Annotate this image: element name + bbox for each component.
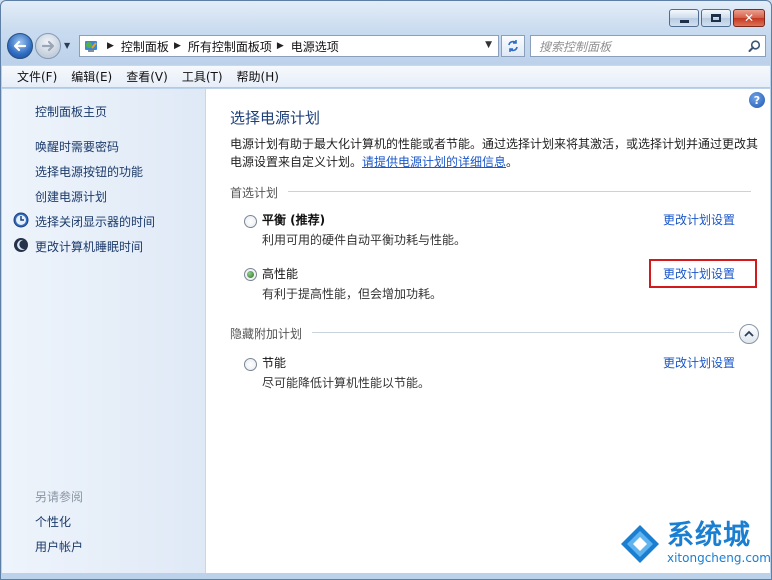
sleep-moon-icon <box>14 238 28 252</box>
plan-desc-balanced: 利用可用的硬件自动平衡功耗与性能。 <box>262 233 467 247</box>
address-dropdown-icon[interactable]: ▼ <box>485 40 492 50</box>
main-panel: ? 选择电源计划 电源计划有助于最大化计算机的性能或者节能。通过选择计划来将其激… <box>206 89 770 573</box>
menu-tools[interactable]: 工具(T) <box>175 68 230 85</box>
breadcrumb-separator[interactable]: ▶ <box>174 41 181 51</box>
sidebar-link-wakeup-password[interactable]: 唤醒时需要密码 <box>35 138 119 155</box>
breadcrumb-control-panel[interactable]: 控制面板 <box>121 38 169 55</box>
watermark-url: xitongcheng.com <box>667 551 771 565</box>
radio-high-performance[interactable] <box>244 268 257 281</box>
divider <box>312 332 734 333</box>
menu-help[interactable]: 帮助(H) <box>230 68 286 85</box>
maximize-button[interactable] <box>701 9 731 27</box>
sidebar-link-sleep-time[interactable]: 更改计算机睡眠时间 <box>35 238 143 255</box>
display-clock-icon <box>13 212 29 228</box>
refresh-button[interactable] <box>501 35 525 57</box>
sidebar-link-display-off-time[interactable]: 选择关闭显示器的时间 <box>35 213 155 230</box>
maximize-icon <box>711 14 721 22</box>
menu-view[interactable]: 查看(V) <box>119 68 175 85</box>
window-frame: ✕ ▼ ▶ 控制面板 ▶ 所有控制面板项 ▶ 电源选项 ▼ 搜索控制面板 文件(… <box>0 0 772 580</box>
navigation-bar: ▼ ▶ 控制面板 ▶ 所有控制面板项 ▶ 电源选项 ▼ 搜索控制面板 <box>7 32 766 60</box>
content-area: 控制面板主页 唤醒时需要密码 选择电源按钮的功能 创建电源计划 选择关闭显示器的… <box>2 89 770 573</box>
minimize-icon <box>679 19 689 23</box>
watermark-name: 系统城 <box>667 520 751 551</box>
plan-details-link[interactable]: 请提供电源计划的详细信息 <box>362 155 506 169</box>
control-panel-icon <box>80 36 102 56</box>
breadcrumb-all-items[interactable]: 所有控制面板项 <box>188 38 272 55</box>
page-title: 选择电源计划 <box>230 109 321 127</box>
menu-file[interactable]: 文件(F) <box>10 68 64 85</box>
chevron-up-icon <box>744 330 754 337</box>
refresh-icon <box>508 40 518 52</box>
breadcrumb-separator[interactable]: ▶ <box>277 41 284 51</box>
address-bar[interactable]: ▶ 控制面板 ▶ 所有控制面板项 ▶ 电源选项 ▼ <box>79 35 499 57</box>
close-icon: ✕ <box>743 11 755 25</box>
menu-edit[interactable]: 编辑(E) <box>64 68 119 85</box>
arrow-left-icon <box>13 40 27 52</box>
radio-balanced[interactable] <box>244 215 257 228</box>
plan-desc-power-saver: 尽可能降低计算机性能以节能。 <box>262 376 431 390</box>
sidebar-link-power-button[interactable]: 选择电源按钮的功能 <box>35 163 143 180</box>
sidebar-link-control-panel-home[interactable]: 控制面板主页 <box>35 103 107 120</box>
breadcrumb-separator[interactable]: ▶ <box>107 41 114 51</box>
arrow-right-icon <box>41 40 55 52</box>
hidden-plans-label: 隐藏附加计划 <box>230 327 303 341</box>
breadcrumb-power-options[interactable]: 电源选项 <box>291 38 339 55</box>
watermark: 系统城 xitongcheng.com <box>613 511 771 575</box>
sidebar-link-create-plan[interactable]: 创建电源计划 <box>35 188 107 205</box>
forward-button[interactable] <box>35 33 61 59</box>
recent-pages-dropdown[interactable]: ▼ <box>64 41 70 50</box>
menu-bar: 文件(F) 编辑(E) 查看(V) 工具(T) 帮助(H) <box>2 65 770 88</box>
page-description: 电源计划有助于最大化计算机的性能或者节能。通过选择计划来将其激活，或选择计划并通… <box>230 135 760 171</box>
see-also-user-accounts[interactable]: 用户帐户 <box>35 538 83 555</box>
preferred-plans-label: 首选计划 <box>230 186 279 200</box>
search-input[interactable]: 搜索控制面板 <box>531 38 743 55</box>
see-also-personalization[interactable]: 个性化 <box>35 513 71 530</box>
see-also-heading: 另请参阅 <box>35 490 84 504</box>
plan-name-high-performance[interactable]: 高性能 <box>262 265 298 282</box>
change-settings-balanced[interactable]: 更改计划设置 <box>663 211 735 228</box>
minimize-button[interactable] <box>669 9 699 27</box>
radio-power-saver[interactable] <box>244 358 257 371</box>
plan-name-power-saver[interactable]: 节能 <box>262 354 286 371</box>
plan-desc-high-performance: 有利于提高性能，但会增加功耗。 <box>262 287 443 301</box>
plan-name-balanced[interactable]: 平衡 (推荐) <box>262 211 325 228</box>
help-icon[interactable]: ? <box>749 92 765 108</box>
change-settings-power-saver[interactable]: 更改计划设置 <box>663 354 735 371</box>
task-pane: 控制面板主页 唤醒时需要密码 选择电源按钮的功能 创建电源计划 选择关闭显示器的… <box>2 89 206 573</box>
collapse-hidden-plans-button[interactable] <box>739 324 759 344</box>
close-button[interactable]: ✕ <box>733 9 765 27</box>
description-end: 。 <box>506 155 519 169</box>
highlight-box <box>649 259 757 288</box>
watermark-logo-icon <box>617 521 663 567</box>
search-icon[interactable] <box>743 36 765 56</box>
search-box[interactable]: 搜索控制面板 <box>530 35 766 57</box>
back-button[interactable] <box>7 33 33 59</box>
caption-buttons: ✕ <box>669 9 765 27</box>
divider <box>288 191 751 192</box>
